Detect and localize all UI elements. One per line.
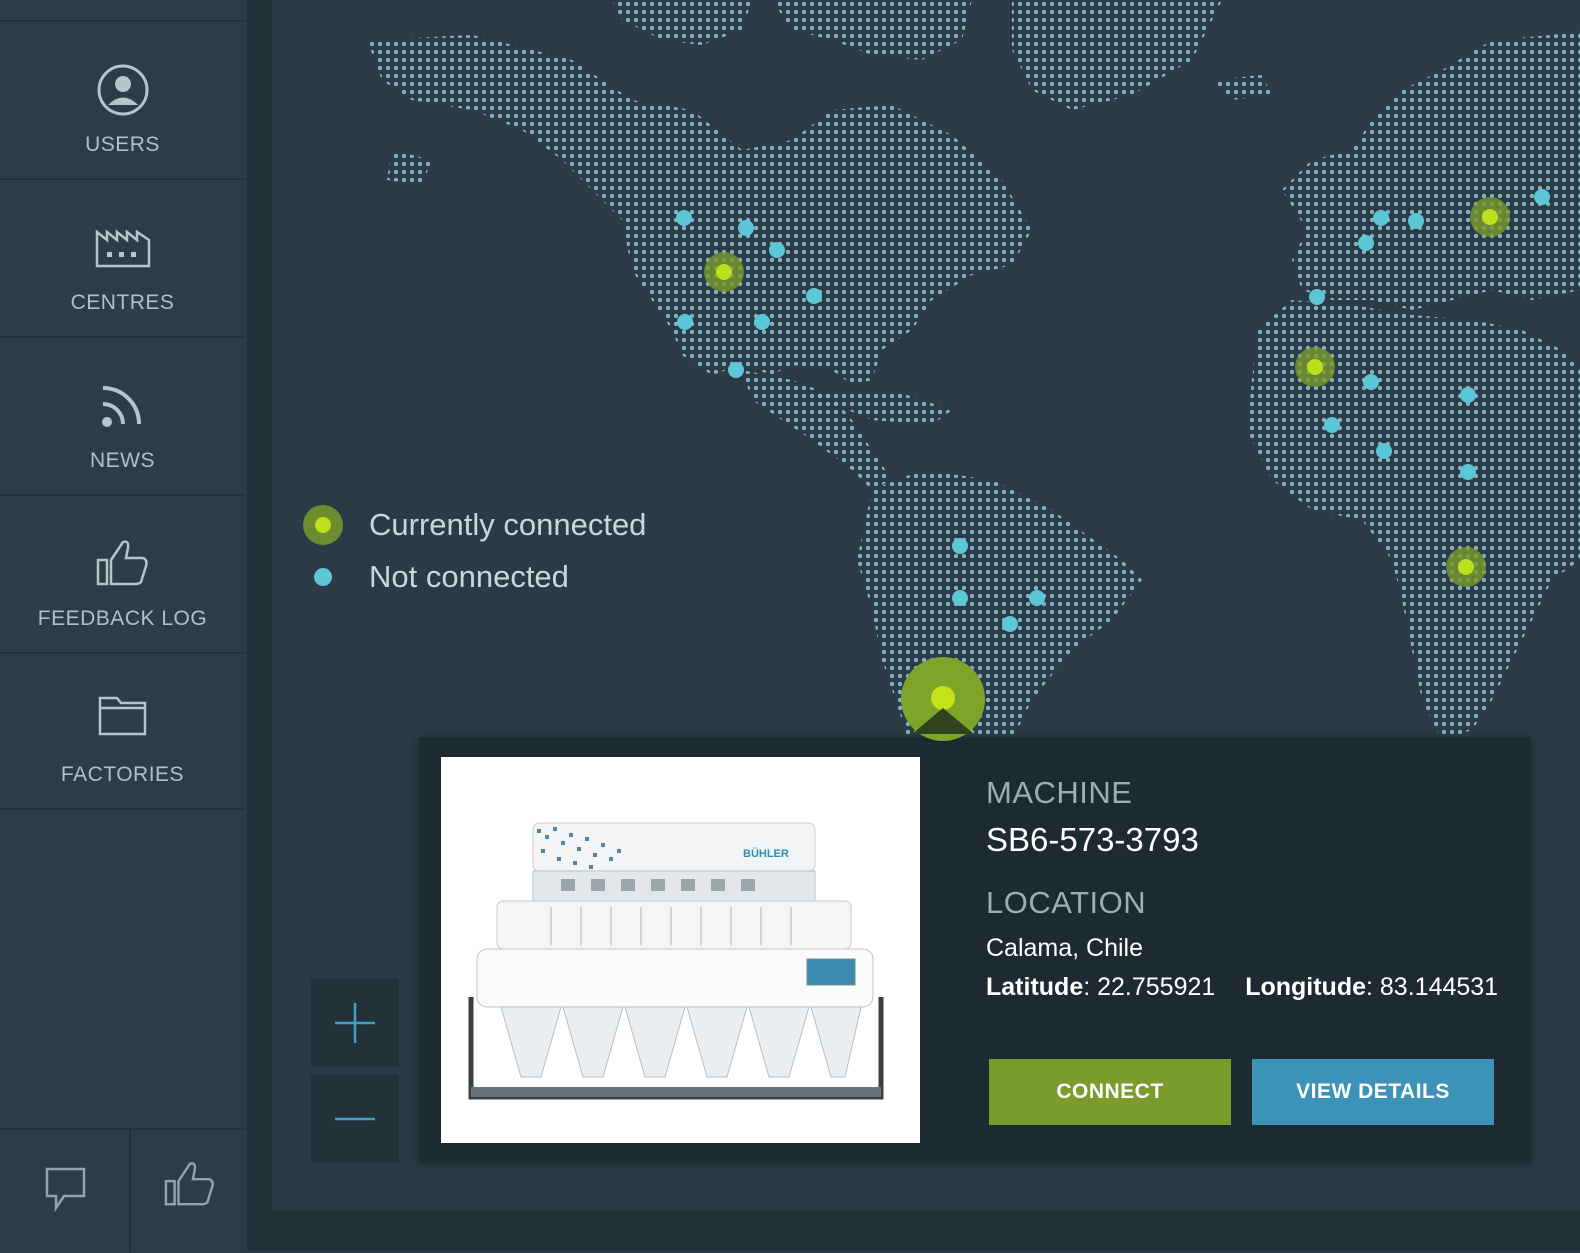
connected-marker[interactable]	[1458, 559, 1474, 575]
machine-id: SB6-573-3793	[986, 821, 1199, 858]
connected-marker[interactable]	[1307, 359, 1323, 375]
not-connected-marker[interactable]	[1373, 210, 1389, 226]
bottom-strip	[247, 1210, 1580, 1251]
brand-logo: BÜHLER	[743, 847, 789, 860]
view-details-button[interactable]: VIEW DETAILS	[1252, 1059, 1494, 1125]
not-connected-marker[interactable]	[952, 538, 968, 554]
sidebar-item-label: CENTRES	[70, 291, 175, 314]
sidebar-item-users[interactable]: USERS	[0, 22, 245, 180]
sidebar: USERS CENTRES NEWS FEEDBACK LOG FACTORIE…	[0, 0, 248, 1253]
like-button[interactable]	[131, 1130, 254, 1253]
sidebar-item-factories[interactable]: FACTORIES	[0, 652, 245, 810]
not-connected-marker[interactable]	[1376, 443, 1392, 459]
connected-marker[interactable]	[1482, 209, 1498, 225]
not-connected-marker[interactable]	[1534, 189, 1550, 205]
folder-icon	[0, 692, 245, 752]
selected-location-pin[interactable]	[900, 656, 986, 742]
not-connected-marker[interactable]	[1408, 213, 1424, 229]
not-connected-marker[interactable]	[728, 362, 744, 378]
not-connected-marker[interactable]	[738, 220, 754, 236]
not-connected-marker[interactable]	[1029, 590, 1045, 606]
not-connected-marker[interactable]	[676, 210, 692, 226]
rss-icon	[0, 378, 245, 438]
zoom-out-button[interactable]	[311, 1075, 399, 1163]
sidebar-item-centres[interactable]: CENTRES	[0, 180, 245, 338]
not-connected-marker[interactable]	[806, 288, 822, 304]
not-connected-marker[interactable]	[1460, 464, 1476, 480]
connected-marker[interactable]	[716, 264, 732, 280]
location-label: LOCATION	[986, 885, 1147, 920]
sidebar-item-feedback-log[interactable]: FEEDBACK LOG	[0, 496, 245, 654]
sidebar-item-label: NEWS	[90, 449, 155, 472]
not-connected-marker[interactable]	[754, 314, 770, 330]
machine-popup: BÜHLER MACHINE SB6-573-3793 LOCATION Cal…	[419, 737, 1531, 1162]
connected-dot-icon	[303, 505, 343, 545]
not-connected-dot-icon	[314, 568, 332, 586]
not-connected-marker[interactable]	[769, 242, 785, 258]
chat-button[interactable]	[0, 1130, 123, 1253]
legend-connected-label: Currently connected	[369, 507, 647, 542]
not-connected-marker[interactable]	[677, 314, 693, 330]
latitude-value: : 22.755921	[1083, 973, 1216, 1001]
minus-icon	[335, 1117, 375, 1121]
sorter-machine-image: BÜHLER	[468, 822, 884, 1100]
sidebar-footer	[0, 1128, 247, 1253]
gutter	[247, 0, 272, 1251]
not-connected-marker[interactable]	[1002, 616, 1018, 632]
sidebar-item-news[interactable]: NEWS	[0, 338, 245, 496]
not-connected-marker[interactable]	[1324, 417, 1340, 433]
latitude-label: Latitude	[986, 973, 1084, 1001]
sidebar-item-label: USERS	[85, 133, 160, 156]
not-connected-marker[interactable]	[1358, 235, 1374, 251]
not-connected-marker[interactable]	[1309, 289, 1325, 305]
longitude-label: Longitude	[1245, 973, 1367, 1001]
sidebar-item-label: FEEDBACK LOG	[37, 607, 208, 630]
user-icon	[0, 62, 245, 122]
location-city: Calama, Chile	[986, 934, 1144, 962]
machine-label: MACHINE	[986, 775, 1133, 810]
machine-photo: BÜHLER	[441, 757, 920, 1143]
thumbs-up-icon	[0, 536, 245, 596]
not-connected-marker[interactable]	[952, 590, 968, 606]
factory-icon	[0, 220, 245, 280]
connect-button[interactable]: CONNECT	[989, 1059, 1231, 1125]
not-connected-marker[interactable]	[1363, 374, 1379, 390]
thumbs-up-icon	[164, 1162, 214, 1206]
sidebar-item-label: FACTORIES	[60, 763, 185, 786]
not-connected-marker[interactable]	[1460, 387, 1476, 403]
zoom-in-button[interactable]	[311, 979, 399, 1067]
coordinates: Latitude: 22.755921 Longitude: 83.144531	[986, 973, 1498, 1002]
legend-not-connected-label: Not connected	[369, 559, 569, 594]
longitude-value: : 83.144531	[1366, 973, 1499, 1001]
plus-icon	[335, 1003, 375, 1043]
chat-bubble-icon	[45, 1167, 86, 1213]
